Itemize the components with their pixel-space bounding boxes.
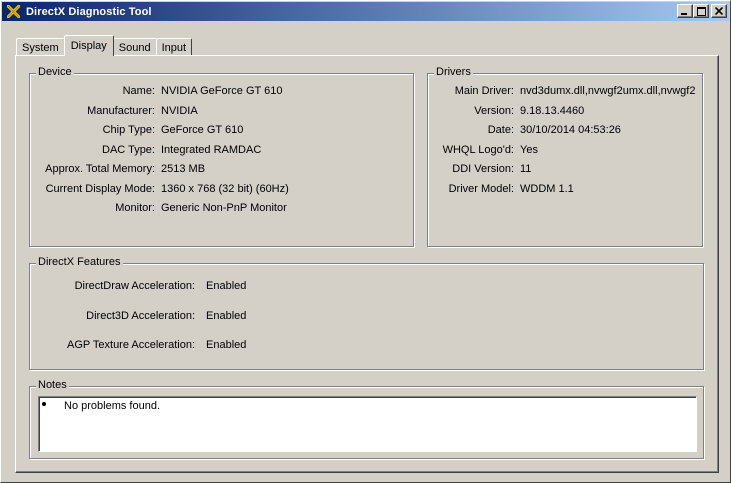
title-buttons [677,4,727,18]
notes-textbox[interactable]: No problems found. [38,396,697,452]
device-row-memory: Approx. Total Memory: 2513 MB [21,162,205,176]
field-label: Manufacturer: [87,105,155,117]
field-value: Enabled [206,310,247,322]
notes-group-title: Notes [36,379,69,391]
field-value: Integrated RAMDAC [161,144,262,156]
device-row-monitor: Monitor: Generic Non-PnP Monitor [21,201,287,215]
field-value: 30/10/2014 04:53:26 [520,124,621,136]
field-label: Current Display Mode: [45,183,155,195]
field-label: Approx. Total Memory: [45,163,155,175]
close-button[interactable] [711,4,727,18]
field-label: DirectDraw Acceleration: [74,280,195,292]
field-value: NVIDIA [161,105,198,117]
field-value: 1360 x 768 (32 bit) (60Hz) [161,183,289,195]
field-label: DAC Type: [102,144,155,156]
drivers-row-ddi-version: DDI Version: 11 [429,162,531,176]
tab-label: Display [70,40,107,52]
field-label: Monitor: [115,202,155,214]
field-value: Generic Non-PnP Monitor [161,202,287,214]
device-row-display-mode: Current Display Mode: 1360 x 768 (32 bit… [21,182,289,196]
minimize-button[interactable] [677,4,693,18]
drivers-row-driver-model: Driver Model: WDDM 1.1 [429,182,574,196]
field-value: Enabled [206,339,247,351]
directx-x-icon [6,5,20,19]
close-icon [715,7,723,15]
directx-features-group-title: DirectX Features [36,256,123,268]
device-row-manufacturer: Manufacturer: NVIDIA [21,104,198,118]
field-label: Name: [122,85,155,97]
field-value: 11 [520,163,532,175]
field-value: GeForce GT 610 [161,124,244,136]
feature-row-directdraw: DirectDraw Acceleration: Enabled [29,279,247,293]
field-label: DDI Version: [452,163,514,175]
drivers-group: Drivers [427,66,703,247]
bullet-icon [42,402,46,406]
tab-input[interactable]: Input [155,38,193,56]
title-bar[interactable]: DirectX Diagnostic Tool [2,2,729,21]
field-label: WHQL Logo'd: [442,144,514,156]
tab-display[interactable]: Display [63,35,114,56]
device-row-name: Name: NVIDIA GeForce GT 610 [21,84,283,98]
field-value: NVIDIA GeForce GT 610 [161,85,283,97]
feature-row-direct3d: Direct3D Acceleration: Enabled [29,309,246,323]
field-label: Date: [487,124,514,136]
drivers-row-whql: WHQL Logo'd: Yes [429,143,538,157]
field-value: 2513 MB [161,163,206,175]
device-row-chip-type: Chip Type: GeForce GT 610 [21,123,244,137]
device-group-title: Device [36,66,74,78]
tab-sound[interactable]: Sound [112,38,157,56]
drivers-row-version: Version: 9.18.13.4460 [429,104,584,118]
field-label: Main Driver: [454,85,514,97]
tab-label: Sound [118,41,151,54]
field-value: nvd3dumx.dll,nvwgf2umx.dll,nvwgf2 [520,85,696,97]
field-value: Yes [520,144,538,156]
tab-label: System [22,41,59,54]
window-title: DirectX Diagnostic Tool [26,5,152,18]
device-group: Device [29,66,414,247]
drivers-row-main-driver: Main Driver: nvd3dumx.dll,nvwgf2umx.dll,… [429,84,700,98]
drivers-row-date: Date: 30/10/2014 04:53:26 [429,123,621,137]
field-label: Version: [474,105,514,117]
device-row-dac-type: DAC Type: Integrated RAMDAC [21,143,261,157]
field-label: Direct3D Acceleration: [86,310,195,322]
tab-strip: System Display Sound Input [16,34,193,56]
field-value: Enabled [206,280,247,292]
drivers-group-title: Drivers [434,66,473,78]
directx-diagnostic-window: DirectX Diagnostic Tool System Display S… [0,0,731,483]
field-value: WDDM 1.1 [520,183,574,195]
note-item: No problems found. [64,400,160,412]
field-label: Driver Model: [448,183,514,195]
field-label: Chip Type: [102,124,155,136]
feature-row-agp-texture: AGP Texture Acceleration: Enabled [29,338,246,352]
maximize-button[interactable] [693,4,709,18]
field-value: 9.18.13.4460 [520,105,585,117]
minimize-icon [681,13,687,15]
field-label: AGP Texture Acceleration: [67,339,195,351]
tab-label: Input [161,41,187,54]
tab-system[interactable]: System [16,38,65,56]
maximize-icon [696,6,706,16]
